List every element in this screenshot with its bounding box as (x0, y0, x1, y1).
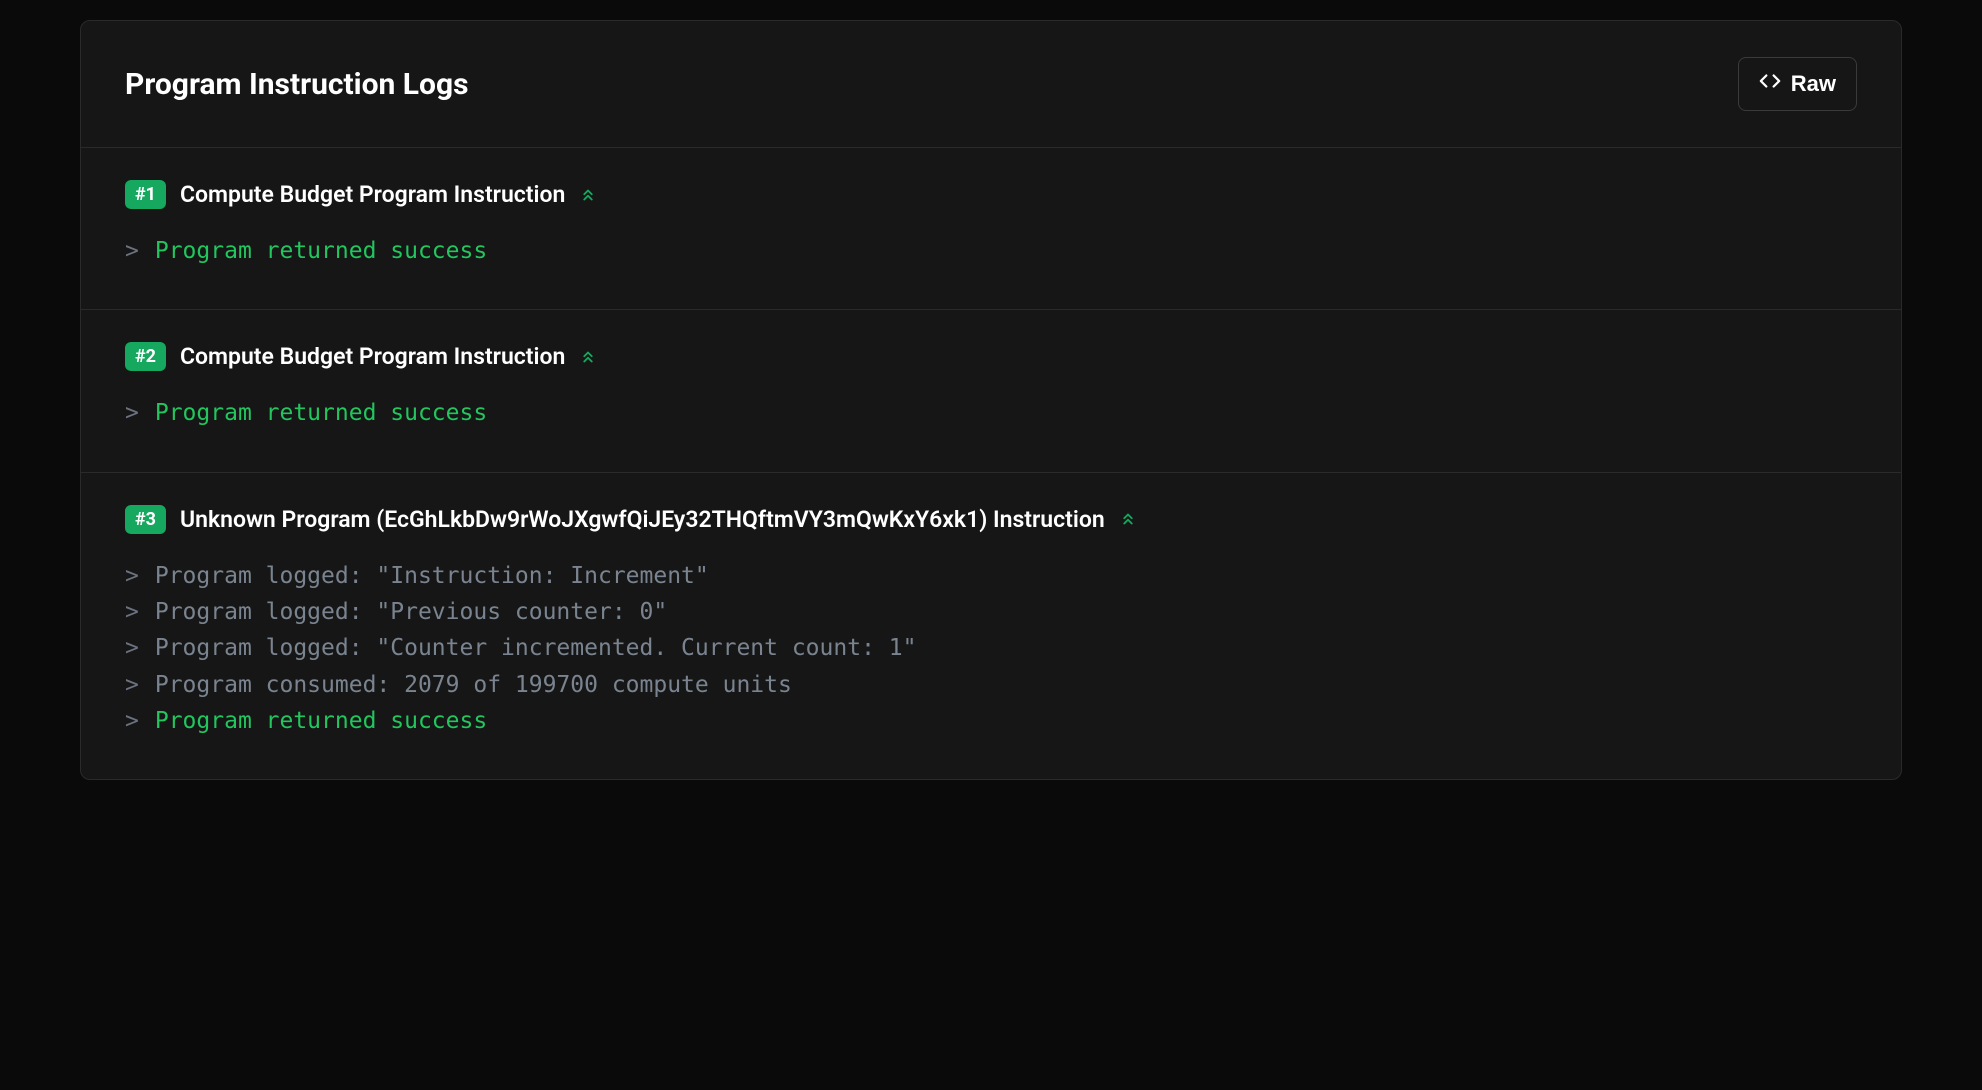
logs-body: #1 Compute Budget Program Instruction > Pro… (81, 148, 1901, 779)
log-text: Program returned success (155, 703, 487, 739)
card-header: Program Instruction Logs Raw (81, 21, 1901, 148)
log-prefix: > (125, 703, 139, 739)
instruction-title: Unknown Program (EcGhLkbDw9rWoJXgwfQiJEy… (180, 506, 1105, 533)
log-text: Program returned success (155, 233, 487, 269)
log-section-header[interactable]: #1 Compute Budget Program Instruction (125, 180, 1857, 209)
log-section: #3 Unknown Program (EcGhLkbDw9rWoJXgwfQiJ… (81, 473, 1901, 780)
log-line: > Program logged: "Previous counter: 0" (125, 594, 1857, 630)
chevron-double-up-icon[interactable] (1119, 510, 1137, 528)
instruction-title: Compute Budget Program Instruction (180, 181, 565, 208)
code-icon (1759, 70, 1781, 98)
log-section: #1 Compute Budget Program Instruction > Pro… (81, 148, 1901, 310)
log-text: Program logged: "Counter incremented. Cu… (155, 630, 917, 666)
raw-button-label: Raw (1791, 71, 1836, 97)
chevron-double-up-icon[interactable] (579, 186, 597, 204)
log-prefix: > (125, 667, 139, 703)
log-line: > Program returned success (125, 703, 1857, 739)
card-title: Program Instruction Logs (125, 67, 469, 102)
log-section-header[interactable]: #2 Compute Budget Program Instruction (125, 342, 1857, 371)
log-prefix: > (125, 233, 139, 269)
log-line: > Program returned success (125, 233, 1857, 269)
log-prefix: > (125, 594, 139, 630)
instruction-badge: #3 (125, 505, 166, 534)
raw-button[interactable]: Raw (1738, 57, 1857, 111)
log-prefix: > (125, 558, 139, 594)
instruction-badge: #1 (125, 180, 166, 209)
log-prefix: > (125, 395, 139, 431)
chevron-double-up-icon[interactable] (579, 348, 597, 366)
log-text: Program consumed: 2079 of 199700 compute… (155, 667, 792, 703)
instruction-badge: #2 (125, 342, 166, 371)
log-line: > Program logged: "Counter incremented. C… (125, 630, 1857, 666)
log-text: Program returned success (155, 395, 487, 431)
log-line: > Program consumed: 2079 of 199700 comput… (125, 667, 1857, 703)
logs-card: Program Instruction Logs Raw #1 Compute B… (80, 20, 1902, 780)
instruction-title: Compute Budget Program Instruction (180, 343, 565, 370)
log-section-header[interactable]: #3 Unknown Program (EcGhLkbDw9rWoJXgwfQiJ… (125, 505, 1857, 534)
log-line: > Program returned success (125, 395, 1857, 431)
log-text: Program logged: "Previous counter: 0" (155, 594, 667, 630)
log-prefix: > (125, 630, 139, 666)
log-text: Program logged: "Instruction: Increment" (155, 558, 709, 594)
log-line: > Program logged: "Instruction: Increment… (125, 558, 1857, 594)
log-section: #2 Compute Budget Program Instruction > Pro… (81, 310, 1901, 472)
